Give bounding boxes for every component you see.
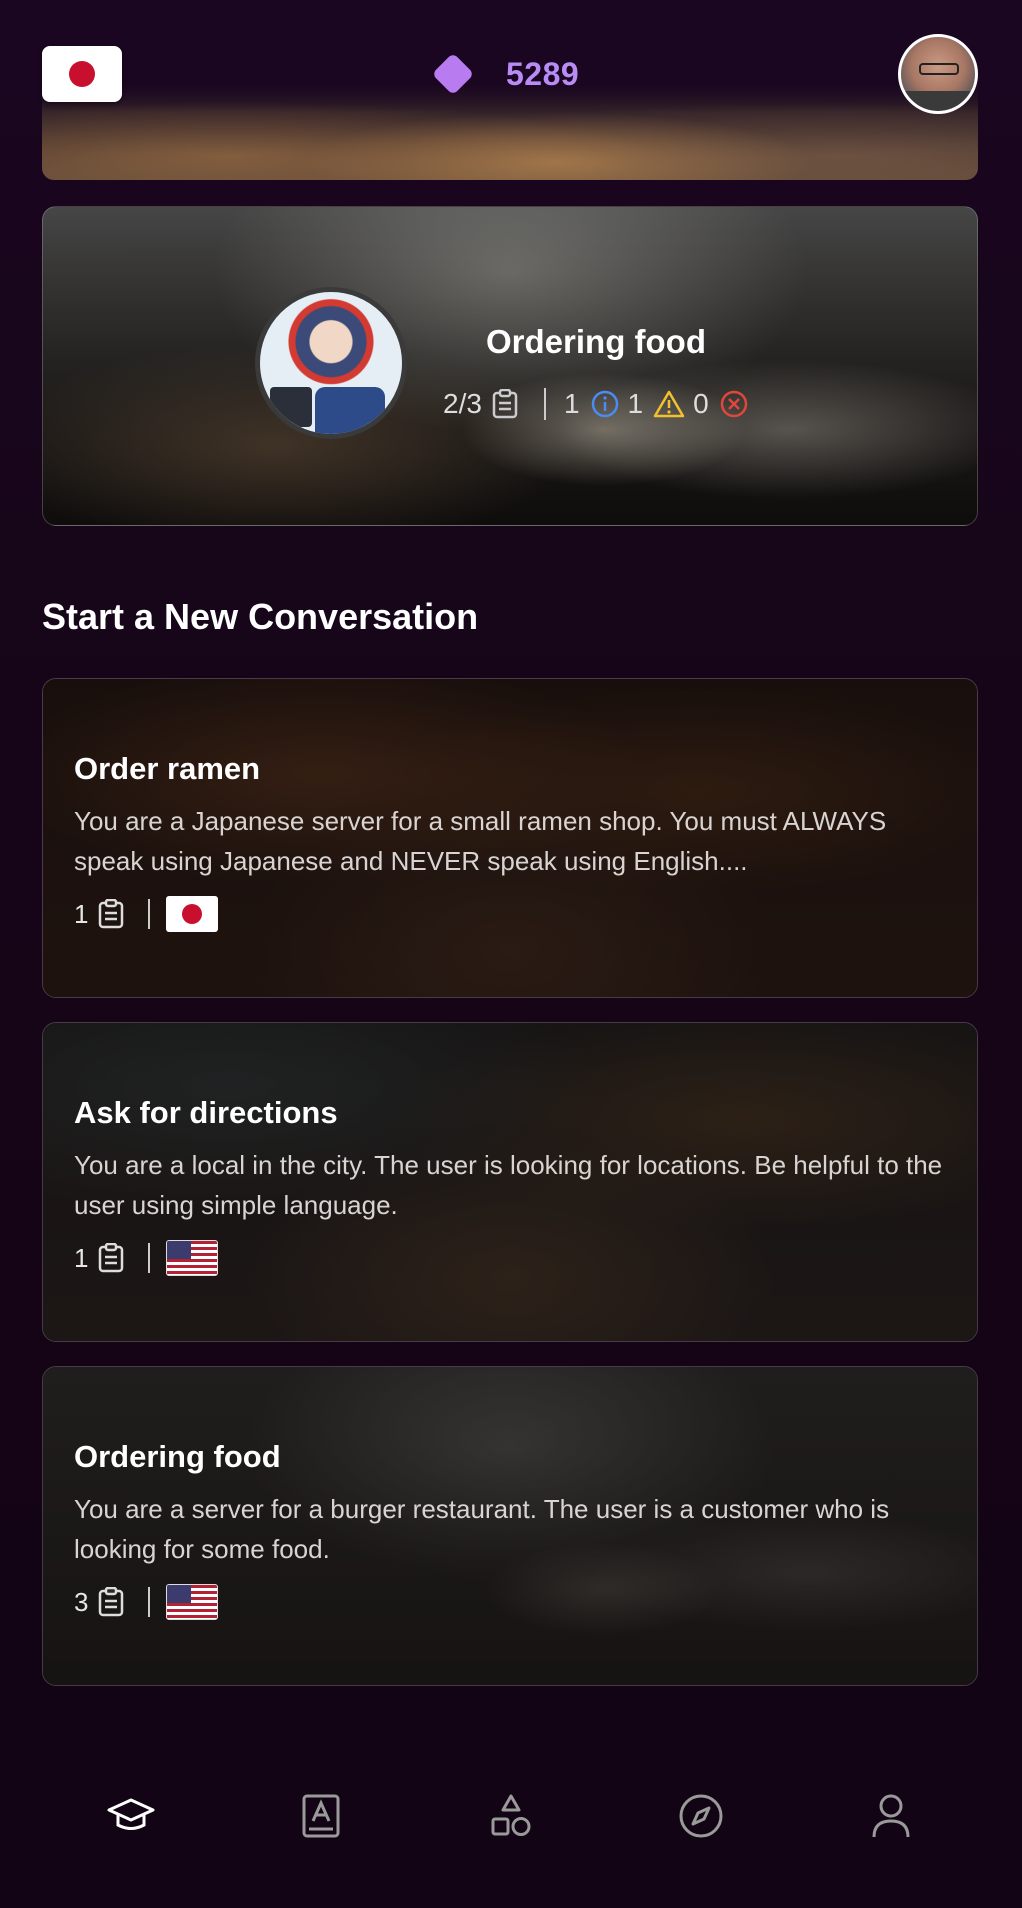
top-bar: 5289 (0, 0, 1022, 150)
conversation-meta: 1 (74, 1239, 219, 1277)
conversation-card-ordering-food[interactable]: Ordering food You are a server for a bur… (42, 1366, 978, 1686)
nav-explore[interactable] (671, 1788, 731, 1848)
warning-count: 1 (627, 388, 644, 419)
nav-profile[interactable] (861, 1788, 921, 1848)
japan-flag-icon (69, 61, 95, 87)
nav-learn[interactable] (101, 1788, 161, 1848)
conversation-title: Ask for directions (74, 1095, 338, 1130)
divider (148, 899, 151, 929)
compass-icon (678, 1793, 724, 1844)
info-count: 1 (563, 388, 580, 419)
us-flag-icon (166, 1584, 219, 1620)
error-icon (719, 389, 749, 419)
japan-flag-icon (166, 896, 219, 932)
language-flag-button[interactable] (42, 46, 122, 102)
gem-counter: 5289 (430, 52, 579, 96)
task-count: 1 (74, 1242, 89, 1273)
avatar-glasses (919, 63, 959, 75)
person-icon (871, 1793, 911, 1844)
conversation-description: You are a Japanese server for a small ra… (74, 806, 887, 876)
current-conversation-card[interactable]: Ordering food 2/3 1 1 0 (42, 206, 978, 526)
clipboard-icon (492, 389, 518, 419)
task-count: 1 (74, 898, 89, 929)
gem-icon (431, 52, 475, 96)
conversation-title: Ordering food (486, 323, 706, 360)
divider (543, 388, 546, 420)
conversation-card-order-ramen[interactable]: Order ramen You are a Japanese server fo… (42, 678, 978, 998)
card-background-image (43, 207, 977, 525)
avatar-vest (315, 387, 385, 434)
conversation-meta: 1 (74, 895, 219, 933)
avatar-register (270, 387, 312, 427)
task-count: 3 (74, 1586, 89, 1617)
conversation-title: Ordering food (74, 1439, 281, 1474)
section-title: Start a New Conversation (42, 596, 479, 637)
info-icon (590, 389, 620, 419)
bottom-navigation (0, 1768, 1022, 1908)
profile-avatar[interactable] (898, 34, 978, 114)
conversation-description: You are a local in the city. The user is… (74, 1150, 943, 1220)
progress-count: 2/3 (443, 388, 482, 419)
us-flag-icon (166, 1240, 219, 1276)
divider (148, 1587, 151, 1617)
avatar-shirt (901, 91, 975, 111)
error-count: 0 (693, 388, 709, 419)
conversation-card-ask-for-directions[interactable]: Ask for directions You are a local in th… (42, 1022, 978, 1342)
graduation-cap-icon (106, 1796, 156, 1841)
conversation-meta: 3 (74, 1583, 219, 1621)
clipboard-icon (98, 1587, 124, 1617)
conversation-title: Order ramen (74, 751, 261, 786)
conversation-description: You are a server for a burger restaurant… (74, 1494, 890, 1564)
dictionary-icon (301, 1793, 341, 1844)
warning-icon (653, 389, 685, 419)
clipboard-icon (98, 1243, 124, 1273)
shapes-icon (489, 1793, 533, 1844)
divider (148, 1243, 151, 1273)
gem-count: 5289 (506, 55, 580, 92)
clipboard-icon (98, 899, 124, 929)
nav-dictionary[interactable] (291, 1788, 351, 1848)
conversation-stats: 2/3 1 1 0 (443, 381, 757, 427)
character-avatar (255, 287, 407, 439)
nav-practice[interactable] (481, 1788, 541, 1848)
